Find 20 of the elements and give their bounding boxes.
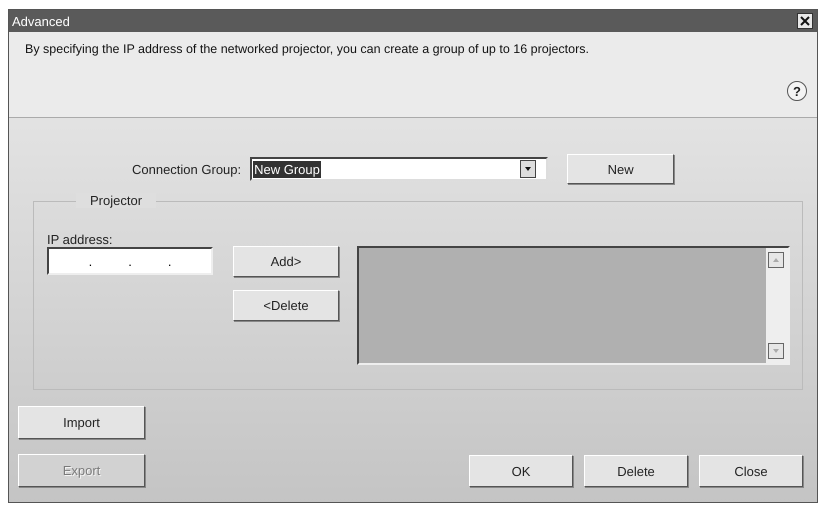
connection-group-dropdown[interactable]: New Group [250,157,548,181]
scrollbar[interactable] [766,248,788,363]
window-title: Advanced [12,14,70,28]
help-button[interactable]: ? [787,81,807,101]
new-button[interactable]: New [567,154,674,184]
close-button[interactable]: Close [699,455,803,487]
import-button[interactable]: Import [18,406,145,439]
remove-button[interactable]: <Delete [233,290,339,321]
close-icon[interactable] [797,13,813,29]
projector-list[interactable] [357,246,790,365]
add-button[interactable]: Add> [233,246,339,277]
group-title: Projector [76,193,156,208]
description-text: By specifying the IP address of the networked projector, you can create a group of up to 16 projectors. [25,42,590,56]
delete-button[interactable]: Delete [584,455,688,487]
scroll-down-icon[interactable] [768,343,784,359]
ip-address-label: IP address: [47,232,114,247]
connection-group-label: Connection Group: [132,162,242,176]
ok-button[interactable]: OK [469,455,573,487]
ip-address-field[interactable]: . . . [47,247,213,275]
scroll-up-icon[interactable] [768,252,784,268]
